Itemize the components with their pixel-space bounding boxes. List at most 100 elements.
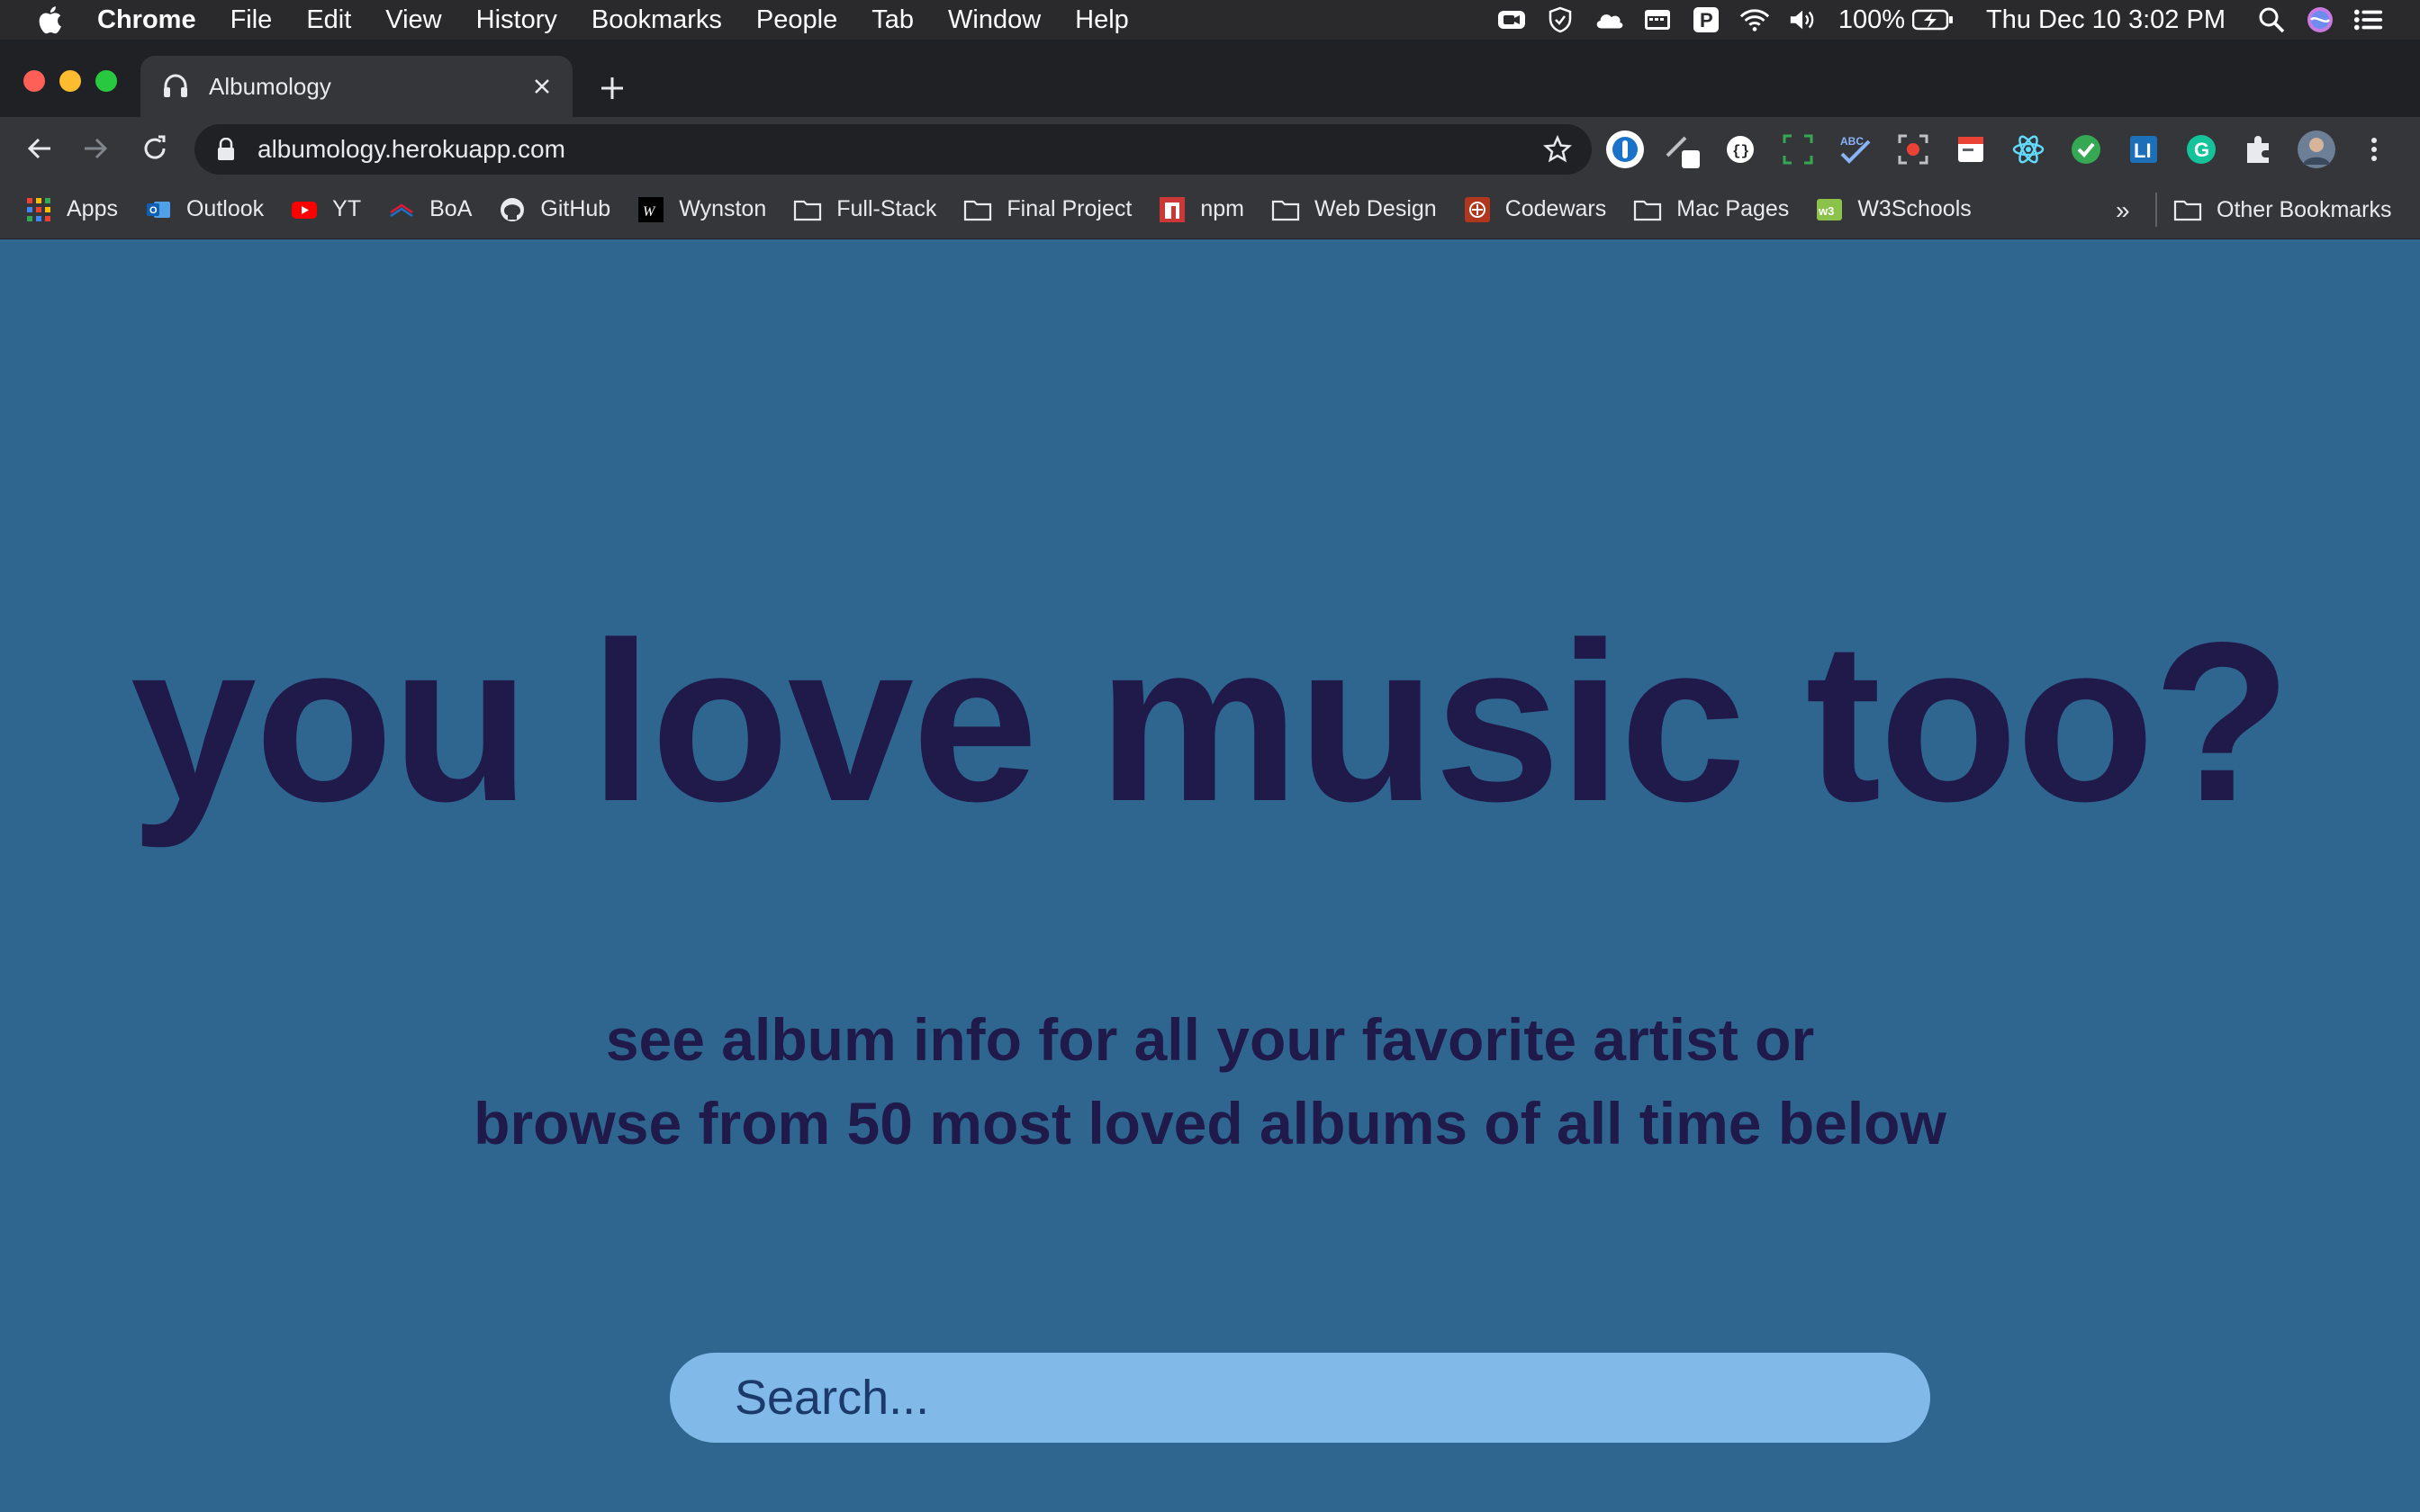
battery-charging-icon[interactable]	[1912, 7, 1954, 32]
back-button[interactable]	[22, 130, 58, 166]
window-minimize-button[interactable]	[59, 70, 81, 92]
clock[interactable]: Thu Dec 10 3:02 PM	[1986, 5, 2226, 35]
bookmark-label: Other Bookmarks	[2217, 196, 2392, 222]
bookmark-mac-pages[interactable]: Mac Pages	[1633, 196, 1789, 222]
extensions-puzzle-icon[interactable]	[2238, 129, 2280, 170]
bookmark-star-icon[interactable]	[1543, 135, 1572, 164]
extension-check-icon[interactable]	[2065, 129, 2107, 170]
forward-button[interactable]	[77, 130, 113, 166]
hero-subline-1: see album info for all your favorite art…	[605, 1006, 1815, 1073]
bank-of-america-icon	[390, 202, 413, 217]
menu-help[interactable]: Help	[1075, 5, 1129, 35]
vpn-shield-icon[interactable]	[1545, 6, 1576, 33]
extension-record-icon[interactable]	[1892, 129, 1934, 170]
menu-bookmarks[interactable]: Bookmarks	[591, 5, 722, 35]
chrome-menu-button[interactable]	[2353, 129, 2395, 170]
zoom-video-icon[interactable]	[1496, 7, 1527, 32]
folder-icon	[964, 200, 992, 220]
address-bar[interactable]: albumology.herokuapp.com	[194, 124, 1592, 175]
headphones-icon	[164, 74, 187, 97]
extension-json-icon[interactable]: {}	[1720, 129, 1761, 170]
extension-pen-icon[interactable]	[1662, 129, 1703, 170]
github-icon	[501, 197, 525, 221]
menu-file[interactable]: File	[230, 5, 273, 35]
menu-edit[interactable]: Edit	[306, 5, 351, 35]
menu-window[interactable]: Window	[948, 5, 1041, 35]
close-icon	[535, 79, 549, 94]
menu-chrome[interactable]: Chrome	[97, 5, 196, 35]
window-maximize-button[interactable]	[95, 70, 117, 92]
bookmark-full-stack[interactable]: Full-Stack	[793, 196, 936, 222]
siri-icon[interactable]	[2305, 7, 2335, 32]
extensions-area: {} ABC LI G	[1604, 124, 2411, 175]
window-close-button[interactable]	[23, 70, 45, 92]
bookmark-boa[interactable]: BoA	[388, 196, 472, 223]
url-text[interactable]: albumology.herokuapp.com	[257, 135, 565, 164]
bookmark-web-design[interactable]: Web Design	[1271, 196, 1437, 222]
bookmarks-bar: Apps O Outlook YT BoA GitHub W Wynston F…	[0, 180, 2420, 239]
profile-avatar[interactable]	[2296, 129, 2337, 170]
control-center-icon[interactable]	[2353, 7, 2384, 32]
new-tab-button[interactable]	[594, 70, 630, 106]
extension-li-icon[interactable]: LI	[2123, 129, 2164, 170]
bookmark-label: Mac Pages	[1676, 196, 1790, 221]
svg-text:W: W	[643, 204, 656, 220]
browser-toolbar: albumology.herokuapp.com {} ABC LI G	[0, 117, 2420, 180]
hero-headline: you love music too?	[130, 596, 2291, 849]
bookmark-other-bookmarks[interactable]: Other Bookmarks	[2173, 180, 2392, 239]
svg-text:G: G	[2194, 139, 2209, 161]
reload-button[interactable]	[137, 130, 173, 166]
extension-react-devtools-icon[interactable]	[2008, 129, 2049, 170]
bookmark-label: GitHub	[540, 196, 611, 221]
bookmark-apps[interactable]: Apps	[25, 196, 118, 223]
menu-history[interactable]: History	[476, 5, 557, 35]
extension-spellcheck-icon[interactable]: ABC	[1835, 129, 1876, 170]
youtube-icon	[292, 201, 318, 219]
bookmark-final-project[interactable]: Final Project	[963, 196, 1132, 222]
svg-text:LI: LI	[2134, 140, 2152, 162]
bookmark-label: Apps	[67, 196, 118, 221]
bookmark-outlook[interactable]: O Outlook	[145, 196, 264, 223]
svg-text:P: P	[1700, 9, 1713, 32]
svg-text:ABC: ABC	[1840, 135, 1864, 148]
bookmarks-overflow-button[interactable]: »	[2116, 196, 2130, 225]
bookmark-npm[interactable]: npm	[1159, 196, 1244, 223]
bookmark-w3schools[interactable]: w3 W3Schools	[1816, 196, 1972, 223]
folder-icon	[1271, 200, 1300, 220]
bookmark-label: npm	[1200, 196, 1244, 221]
bookmark-yt[interactable]: YT	[291, 196, 361, 223]
calendar-app-icon[interactable]	[1642, 7, 1673, 32]
extension-grammarly-icon[interactable]: G	[2181, 129, 2222, 170]
wifi-icon[interactable]	[1739, 7, 1770, 32]
extension-screenshot-icon[interactable]	[1777, 129, 1819, 170]
more-vert-icon	[2371, 138, 2377, 161]
page-content: you love music too? see album info for a…	[0, 240, 2420, 1512]
p-app-icon[interactable]: P	[1691, 7, 1721, 32]
hero-subline-2: browse from 50 most loved albums of all …	[474, 1090, 1946, 1156]
wynston-icon: W	[638, 196, 664, 222]
bookmark-label: W3Schools	[1857, 196, 1972, 221]
spotlight-search-icon[interactable]	[2256, 7, 2287, 33]
svg-text:O: O	[149, 205, 158, 216]
bookmark-label: Wynston	[679, 196, 767, 221]
menu-bar-status-area: P 100% Thu Dec 10 3:02 PM	[1478, 0, 2384, 40]
bookmark-wynston[interactable]: W Wynston	[637, 196, 766, 223]
lock-icon[interactable]	[216, 138, 236, 161]
search-bar[interactable]	[670, 1353, 1930, 1443]
tab-albumology[interactable]: Albumology	[140, 56, 573, 117]
w3schools-icon: w3	[1817, 198, 1843, 220]
svg-text:w3: w3	[1818, 204, 1834, 218]
tab-close-button[interactable]	[528, 72, 556, 101]
bookmark-codewars[interactable]: Codewars	[1464, 196, 1606, 223]
apple-logo-icon[interactable]	[36, 4, 63, 35]
bookmark-label: Outlook	[185, 196, 265, 221]
search-input[interactable]	[733, 1369, 1930, 1426]
menu-tab[interactable]: Tab	[871, 5, 914, 35]
cloud-icon[interactable]	[1594, 7, 1624, 32]
menu-people[interactable]: People	[756, 5, 837, 35]
extension-calendar-icon[interactable]	[1950, 129, 1991, 170]
extension-1password-icon[interactable]	[1604, 129, 1646, 170]
menu-view[interactable]: View	[385, 5, 441, 35]
bookmark-github[interactable]: GitHub	[499, 196, 610, 223]
volume-icon[interactable]	[1788, 7, 1819, 32]
